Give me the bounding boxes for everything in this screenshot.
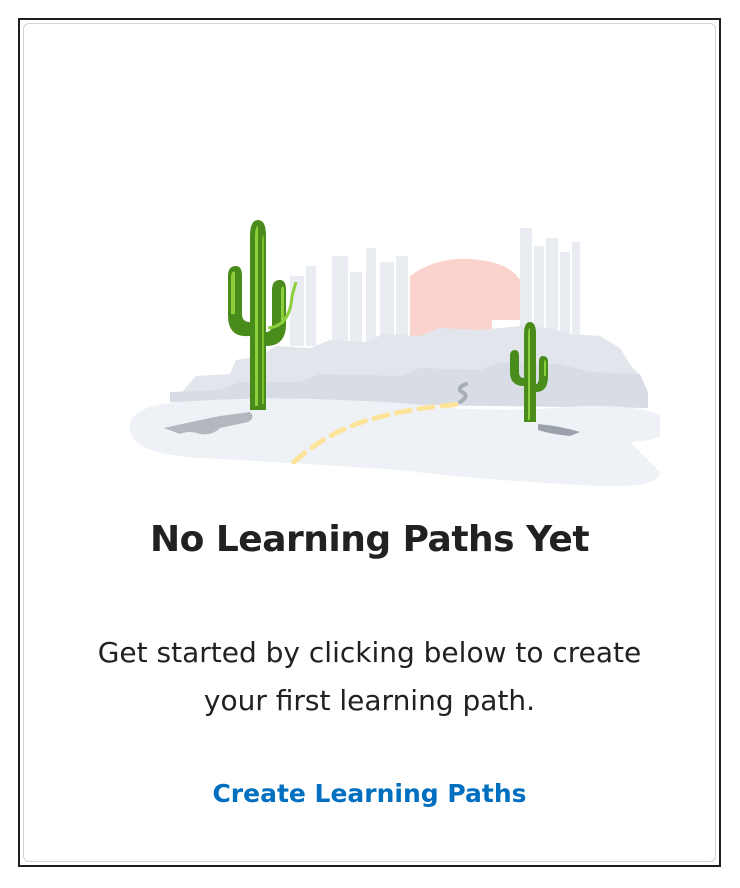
desert-cactus-illustration-icon [129, 220, 660, 487]
empty-state-title: No Learning Paths Yet [149, 519, 590, 560]
empty-state-card: No Learning Paths Yet Get started by cli… [23, 23, 716, 862]
empty-state-description: Get started by clicking below to create … [97, 636, 642, 717]
create-learning-paths-link[interactable]: Create Learning Paths [24, 779, 715, 808]
outer-frame: No Learning Paths Yet Get started by cli… [18, 18, 721, 867]
